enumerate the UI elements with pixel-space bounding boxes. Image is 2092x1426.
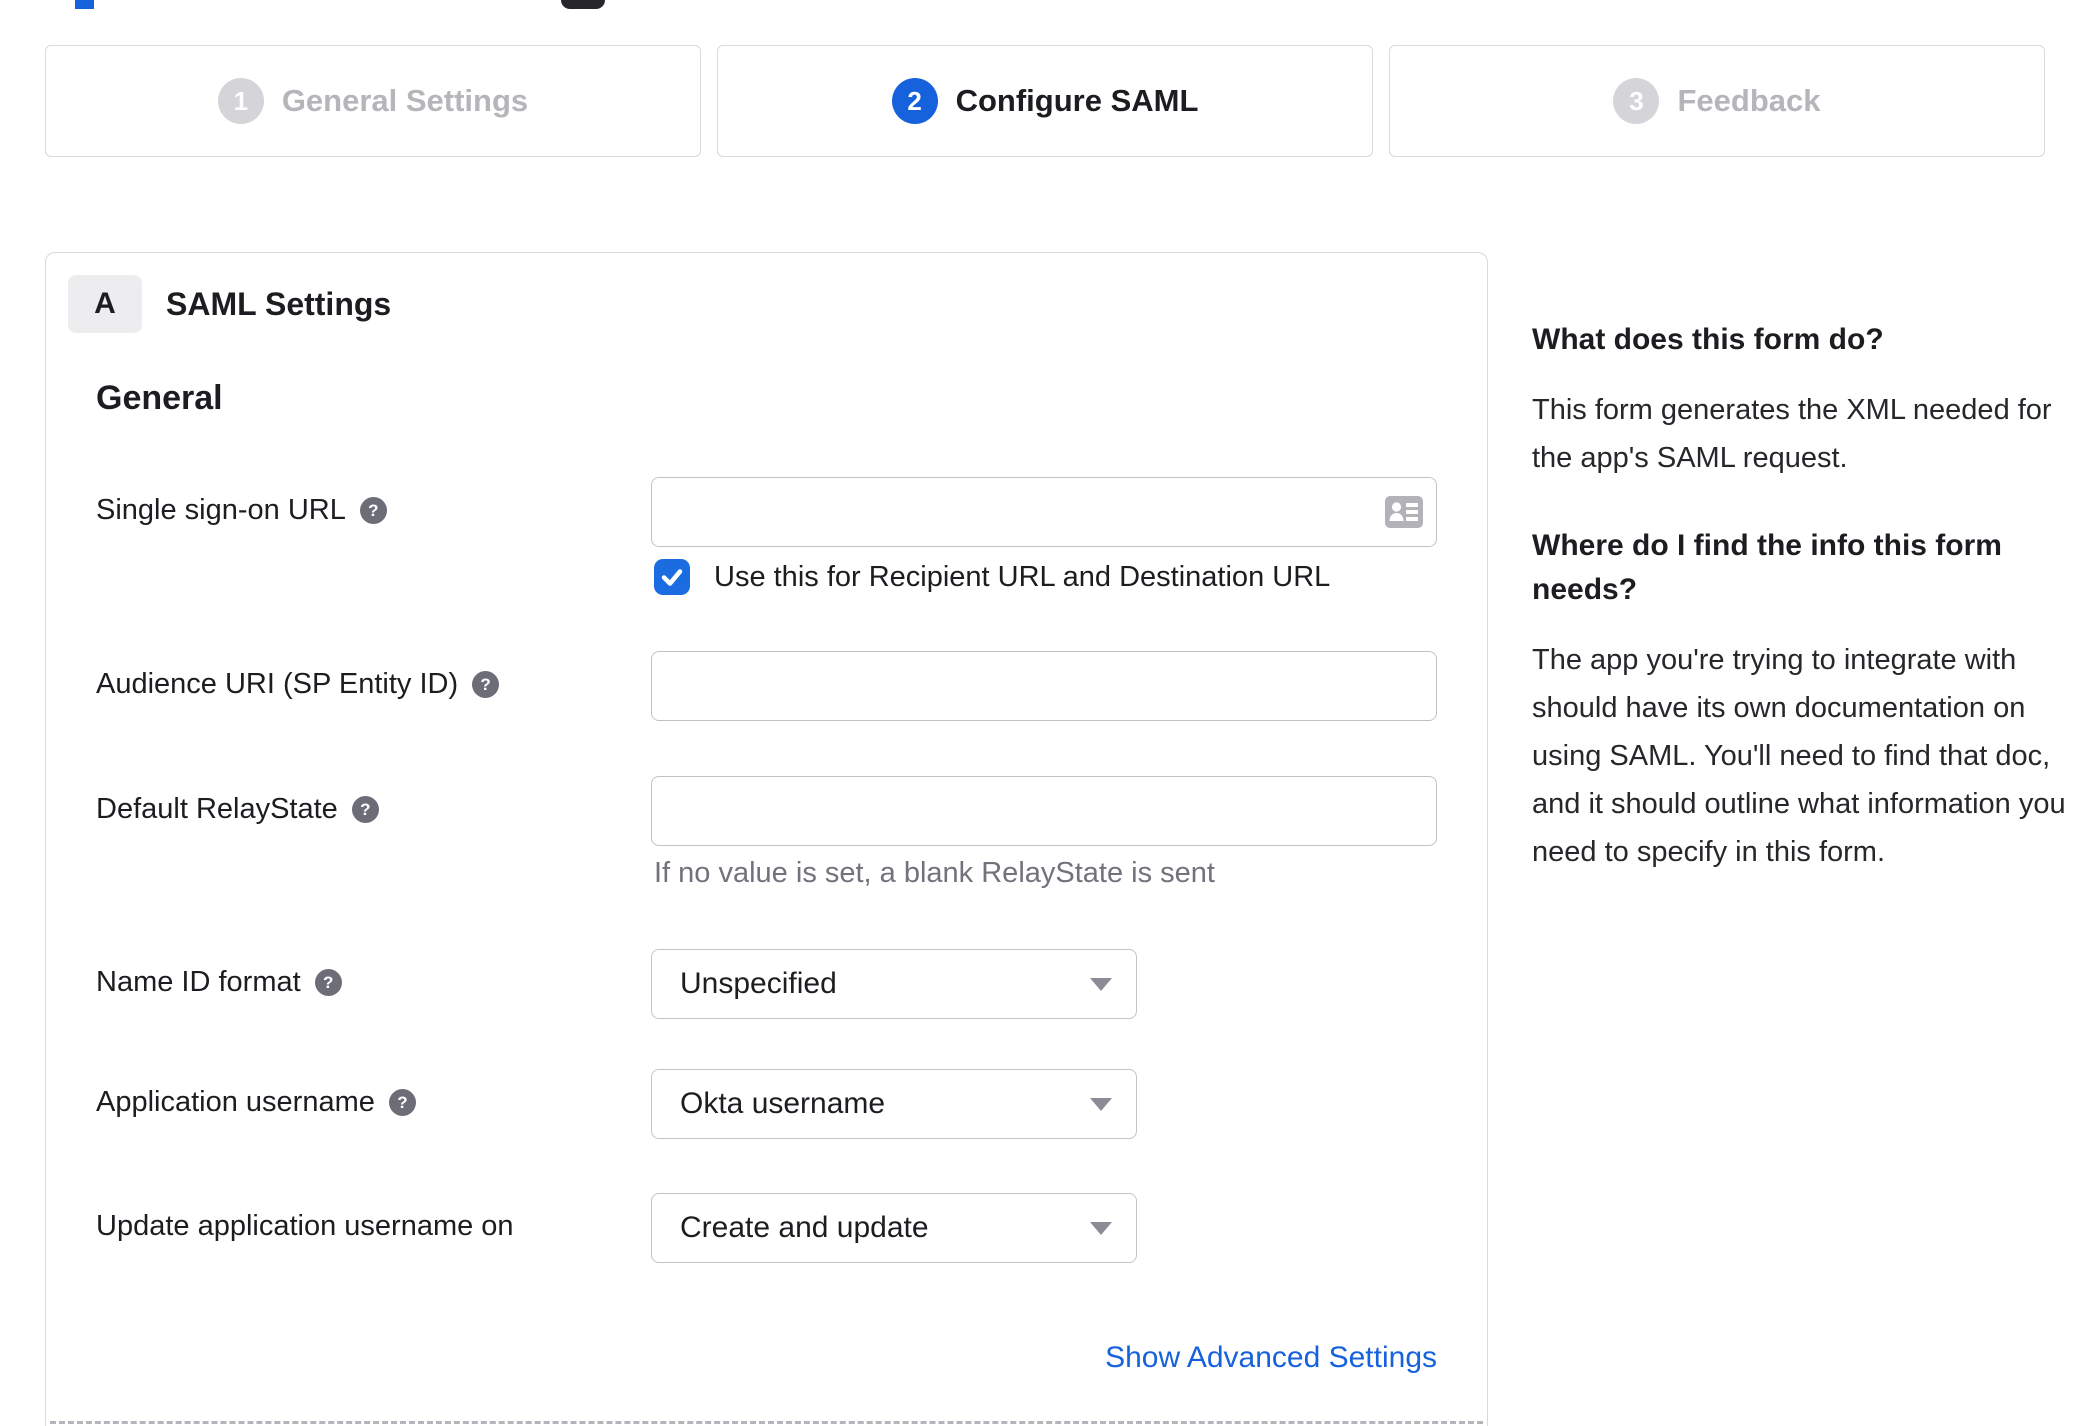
name-id-format-row: Name ID format ? Unspecified: [96, 949, 1137, 1019]
step-general-settings[interactable]: 1 General Settings: [45, 45, 701, 157]
panel-title: SAML Settings: [166, 285, 392, 322]
default-relaystate-input[interactable]: [651, 776, 1437, 846]
audience-uri-input[interactable]: [651, 651, 1437, 721]
name-id-format-select[interactable]: Unspecified: [651, 949, 1137, 1019]
relaystate-hint: If no value is set, a blank RelayState i…: [654, 857, 1215, 889]
recipient-url-checkbox[interactable]: [654, 559, 690, 595]
update-application-username-row: Update application username on Create an…: [96, 1193, 1137, 1263]
help-icon[interactable]: ?: [388, 1089, 416, 1116]
update-application-username-selected-value: Create and update: [680, 1211, 929, 1244]
section-a-badge: A: [68, 275, 142, 333]
check-icon: [661, 569, 683, 586]
panel-header: A SAML Settings: [68, 275, 391, 333]
sidebar-body-what: This form generates the XML needed for t…: [1532, 394, 2052, 474]
step-label: Feedback: [1677, 83, 1821, 118]
sso-url-label: Single sign-on URL: [96, 494, 346, 526]
sso-url-label-cell: Single sign-on URL ?: [96, 477, 651, 527]
help-icon[interactable]: ?: [351, 796, 379, 823]
application-username-row: Application username ? Okta username: [96, 1069, 1137, 1139]
application-username-label-cell: Application username ?: [96, 1069, 651, 1119]
show-advanced-settings-link[interactable]: Show Advanced Settings: [1105, 1341, 1437, 1374]
recipient-url-checkbox-label[interactable]: Use this for Recipient URL and Destinati…: [714, 561, 1330, 594]
audience-uri-label-cell: Audience URI (SP Entity ID) ?: [96, 651, 651, 701]
sidebar-body-where: The app you're trying to integrate with …: [1532, 644, 2066, 868]
chevron-down-icon: [1090, 978, 1112, 991]
help-icon[interactable]: ?: [359, 497, 387, 524]
sso-url-input[interactable]: [651, 477, 1437, 547]
default-relaystate-row: Default RelayState ?: [96, 776, 1437, 846]
sso-url-input-wrap: [651, 477, 1437, 547]
name-id-format-label: Name ID format: [96, 966, 301, 998]
application-username-select[interactable]: Okta username: [651, 1069, 1137, 1139]
dashed-divider: [50, 1421, 1483, 1424]
update-application-username-label: Update application username on: [96, 1210, 514, 1242]
clipped-dark-button-fragment: [561, 0, 605, 9]
help-sidebar: What does this form do? This form genera…: [1532, 318, 2072, 918]
application-username-label: Application username: [96, 1086, 375, 1118]
help-icon[interactable]: ?: [472, 671, 500, 698]
default-relaystate-label-cell: Default RelayState ?: [96, 776, 651, 826]
name-id-format-selected-value: Unspecified: [680, 967, 837, 1000]
chevron-down-icon: [1090, 1098, 1112, 1111]
sso-url-row: Single sign-on URL ?: [96, 477, 1437, 547]
wizard-stepper: 1 General Settings 2 Configure SAML 3 Fe…: [45, 45, 2045, 157]
recipient-url-checkbox-row: Use this for Recipient URL and Destinati…: [654, 559, 1330, 595]
clipped-blue-tab-fragment: [75, 0, 94, 9]
audience-uri-label: Audience URI (SP Entity ID): [96, 668, 459, 700]
step-feedback[interactable]: 3 Feedback: [1389, 45, 2045, 157]
step-label: Configure SAML: [955, 83, 1199, 118]
step-number-badge: 1: [217, 78, 264, 124]
contact-card-icon[interactable]: [1385, 496, 1423, 528]
audience-uri-row: Audience URI (SP Entity ID) ?: [96, 651, 1437, 721]
help-icon[interactable]: ?: [314, 969, 342, 996]
chevron-down-icon: [1090, 1222, 1112, 1235]
general-group-heading: General: [96, 379, 223, 417]
application-username-selected-value: Okta username: [680, 1087, 886, 1120]
step-number-badge: 2: [891, 78, 938, 124]
step-configure-saml[interactable]: 2 Configure SAML: [717, 45, 1373, 157]
update-application-username-select[interactable]: Create and update: [651, 1193, 1137, 1263]
advanced-link-row: Show Advanced Settings: [651, 1341, 1437, 1375]
sidebar-heading-what: What does this form do?: [1532, 323, 1884, 356]
name-id-format-label-cell: Name ID format ?: [96, 949, 651, 999]
step-number-badge: 3: [1613, 78, 1660, 124]
default-relaystate-label: Default RelayState: [96, 793, 338, 825]
step-label: General Settings: [281, 83, 529, 118]
saml-settings-panel: A SAML Settings General Single sign-on U…: [45, 252, 1488, 1426]
sidebar-heading-where: Where do I find the info this form needs…: [1532, 529, 2002, 606]
update-application-username-label-cell: Update application username on: [96, 1193, 651, 1243]
